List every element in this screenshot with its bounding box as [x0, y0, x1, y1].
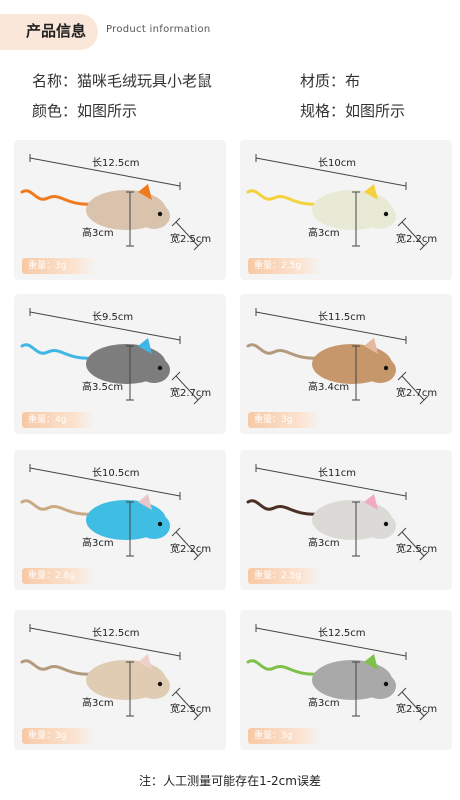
height-label: 高3.4cm: [308, 382, 350, 393]
height-label: 高3cm: [82, 698, 114, 709]
mouse-eye: [157, 521, 163, 527]
weight-value: 3g: [281, 731, 293, 741]
height-label: 高3cm: [308, 538, 340, 549]
weight-prefix: 重量：: [28, 261, 56, 271]
info-name: 名称：猫咪毛绒玩具小老鼠: [32, 72, 213, 90]
header-title-cn: 产品信息: [26, 22, 87, 40]
length-label: 长11cm: [318, 468, 356, 479]
weight-value: 4g: [55, 415, 67, 425]
weight-prefix: 重量：: [28, 415, 56, 425]
length-label: 长12.5cm: [92, 158, 140, 169]
note-text: 人工测量可能存在1-2cm误差: [163, 774, 321, 788]
weight-badge: 重量：3g: [248, 728, 322, 744]
width-label: 宽2.2cm: [396, 234, 438, 245]
length-label: 长9.5cm: [92, 312, 134, 323]
height-label: 高3.5cm: [82, 382, 124, 393]
mouse-tail: [246, 659, 320, 676]
product-card: 长11cm 高3cm 宽2.5cm 重量：2.5g: [240, 450, 452, 590]
section-header: 产品信息 Product information: [0, 14, 460, 50]
width-label: 宽2.5cm: [170, 704, 212, 715]
product-card: 长10.5cm 高3cm 宽2.2cm 重量：2.8g: [14, 450, 226, 590]
height-label: 高3cm: [82, 538, 114, 549]
product-card: 长9.5cm 高3.5cm 宽2.7cm 重量：4g: [14, 294, 226, 434]
mouse-tail: [246, 499, 320, 516]
length-label: 长12.5cm: [92, 628, 140, 639]
width-label: 宽2.7cm: [396, 388, 438, 399]
width-label: 宽2.2cm: [170, 544, 212, 555]
weight-prefix: 重量：: [254, 571, 282, 581]
mouse-eye: [157, 681, 163, 687]
weight-badge: 重量：3g: [248, 412, 322, 428]
mouse-head: [364, 513, 396, 539]
weight-badge: 重量：2.8g: [22, 568, 96, 584]
weight-value: 2.8g: [55, 571, 76, 581]
weight-badge: 重量：3g: [22, 728, 96, 744]
info-spec: 规格：如图所示: [300, 102, 406, 120]
product-card: 长12.5cm 高3cm 宽2.5cm 重量：3g: [240, 610, 452, 750]
height-label: 高3cm: [308, 698, 340, 709]
measurement-note: 注：人工测量可能存在1-2cm误差: [0, 772, 460, 789]
height-label: 高3cm: [82, 228, 114, 239]
info-material: 材质：布: [300, 72, 361, 90]
length-label: 长10cm: [318, 158, 356, 169]
mouse-tail: [246, 189, 320, 206]
mouse-eye: [383, 365, 389, 371]
mouse-eye: [383, 521, 389, 527]
mouse-head: [364, 357, 396, 383]
width-label: 宽2.7cm: [170, 388, 212, 399]
product-card: 长12.5cm 高3cm 宽2.5cm 重量：3g: [14, 610, 226, 750]
weight-value: 3g: [281, 415, 293, 425]
weight-prefix: 重量：: [254, 731, 282, 741]
weight-badge: 重量：3g: [22, 258, 96, 274]
weight-value: 2.5g: [281, 571, 302, 581]
mouse-eye: [383, 211, 389, 217]
mouse-eye: [157, 365, 163, 371]
mouse-tail: [20, 659, 94, 676]
mouse-eye: [383, 681, 389, 687]
weight-prefix: 重量：: [254, 415, 282, 425]
length-label: 长12.5cm: [318, 628, 366, 639]
length-label: 长10.5cm: [92, 468, 140, 479]
mouse-tail: [20, 499, 94, 516]
mouse-eye: [157, 211, 163, 217]
mouse-tail: [20, 189, 94, 206]
weight-value: 3g: [55, 261, 67, 271]
mouse-head: [138, 673, 170, 699]
mouse-tail: [20, 343, 94, 360]
weight-badge: 重量：2.5g: [248, 568, 322, 584]
mouse-tail: [246, 343, 320, 360]
weight-badge: 重量：2.5g: [248, 258, 322, 274]
width-label: 宽2.5cm: [170, 234, 212, 245]
width-label: 宽2.5cm: [396, 544, 438, 555]
weight-value: 2.5g: [281, 261, 302, 271]
info-color: 颜色：如图所示: [32, 102, 138, 120]
product-card: 长11.5cm 高3.4cm 宽2.7cm 重量：3g: [240, 294, 452, 434]
product-card: 长12.5cm 高3cm 宽2.5cm 重量：3g: [14, 140, 226, 280]
note-prefix: 注：: [139, 774, 164, 788]
weight-badge: 重量：4g: [22, 412, 96, 428]
weight-prefix: 重量：: [28, 571, 56, 581]
header-title-en: Product information: [106, 24, 211, 35]
mouse-head: [364, 203, 396, 229]
width-label: 宽2.5cm: [396, 704, 438, 715]
length-label: 长11.5cm: [318, 312, 366, 323]
mouse-head: [138, 513, 170, 539]
mouse-head: [364, 673, 396, 699]
mouse-head: [138, 357, 170, 383]
product-card: 长10cm 高3cm 宽2.2cm 重量：2.5g: [240, 140, 452, 280]
mouse-head: [138, 203, 170, 229]
weight-prefix: 重量：: [254, 261, 282, 271]
height-label: 高3cm: [308, 228, 340, 239]
weight-prefix: 重量：: [28, 731, 56, 741]
weight-value: 3g: [55, 731, 67, 741]
